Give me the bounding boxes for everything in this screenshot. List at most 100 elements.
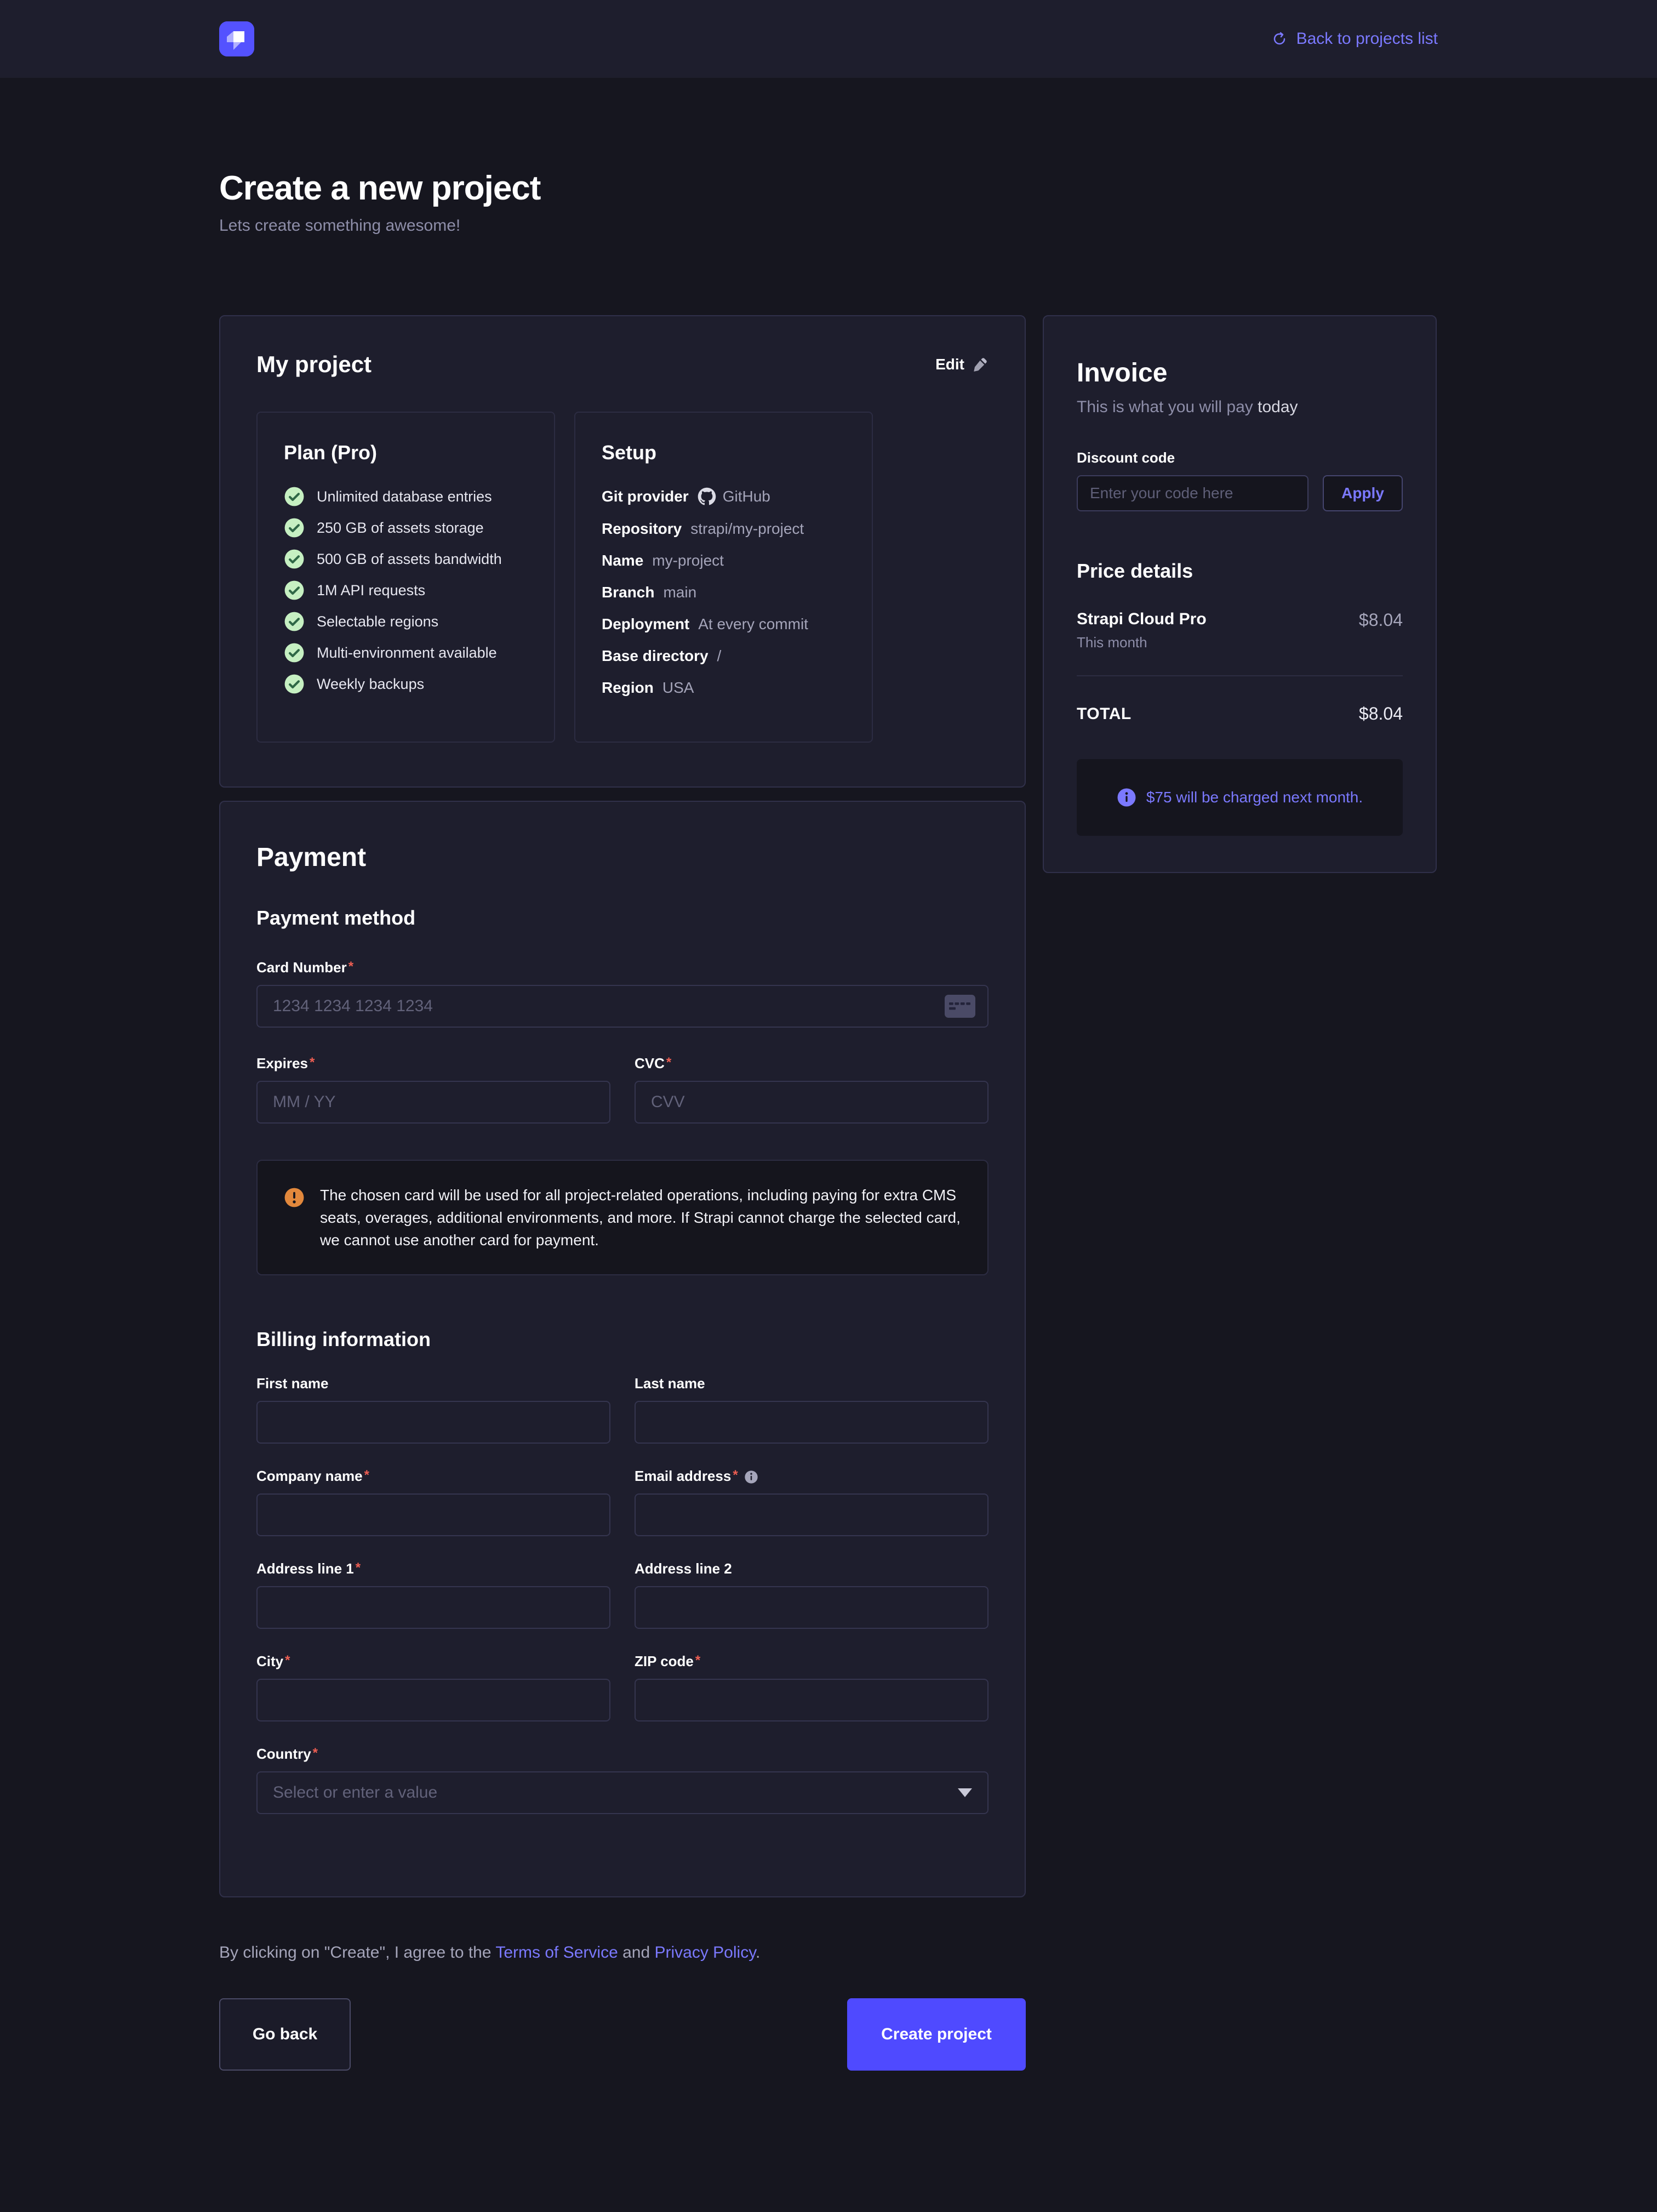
card-usage-notice: The chosen card will be used for all pro… xyxy=(256,1160,989,1275)
company-name-field: Company name* xyxy=(256,1468,610,1536)
check-circle-icon xyxy=(284,642,305,663)
strapi-logo[interactable] xyxy=(219,21,254,56)
first-name-label: First name xyxy=(256,1375,610,1392)
plan-feature: 1M API requests xyxy=(284,580,528,601)
plan-box: Plan (Pro) Unlimited database entries 25… xyxy=(256,412,555,743)
zip-code-field: ZIP code* xyxy=(635,1653,989,1721)
next-month-note: $75 will be charged next month. xyxy=(1077,759,1403,836)
city-input[interactable] xyxy=(256,1679,610,1721)
github-icon xyxy=(698,487,716,506)
invoice-divider xyxy=(1077,675,1403,676)
price-line-item: Strapi Cloud Pro This month $8.04 xyxy=(1077,610,1403,651)
company-name-label: Company name* xyxy=(256,1468,610,1485)
invoice-title: Invoice xyxy=(1077,358,1403,388)
last-name-label: Last name xyxy=(635,1375,989,1392)
check-circle-icon xyxy=(284,549,305,569)
cvc-field: CVC* xyxy=(635,1055,989,1124)
payment-method-title: Payment method xyxy=(256,907,989,930)
payment-title: Payment xyxy=(256,842,989,873)
price-item-period: This month xyxy=(1077,634,1207,651)
credit-card-icon xyxy=(945,995,975,1018)
plan-feature: 250 GB of assets storage xyxy=(284,517,528,538)
back-to-projects-link[interactable]: Back to projects list xyxy=(1271,30,1438,48)
address-line1-field: Address line 1* xyxy=(256,1560,610,1629)
email-label: Email address* xyxy=(635,1468,989,1485)
warning-icon xyxy=(284,1187,305,1208)
setup-title: Setup xyxy=(602,441,845,464)
setup-row-name: Name my-project xyxy=(602,552,845,569)
page-title: Create a new project xyxy=(219,169,1438,208)
plan-feature: Weekly backups xyxy=(284,674,528,694)
required-asterisk: * xyxy=(313,1746,318,1760)
back-arrow-icon xyxy=(1271,31,1288,47)
email-field: Email address* xyxy=(635,1468,989,1536)
price-item-amount: $8.04 xyxy=(1359,610,1403,630)
back-link-label: Back to projects list xyxy=(1296,30,1438,48)
apply-discount-button[interactable]: Apply xyxy=(1323,475,1403,511)
project-card-title: My project xyxy=(256,351,372,378)
expires-field: Expires* xyxy=(256,1055,610,1124)
chevron-down-icon xyxy=(958,1788,972,1797)
setup-list: Git provider GitHub Repository strapi/my… xyxy=(602,487,845,697)
country-select-placeholder: Select or enter a value xyxy=(273,1783,437,1802)
city-field: City* xyxy=(256,1653,610,1721)
strapi-logo-icon xyxy=(219,21,254,56)
country-field: Country* Select or enter a value xyxy=(256,1746,989,1814)
expires-label: Expires* xyxy=(256,1055,610,1072)
plan-feature-list: Unlimited database entries 250 GB of ass… xyxy=(284,486,528,694)
total-row: TOTAL $8.04 xyxy=(1077,704,1403,724)
plan-title: Plan (Pro) xyxy=(284,441,528,464)
zip-code-label: ZIP code* xyxy=(635,1653,989,1670)
footer-actions: Go back Create project xyxy=(219,1998,1026,2071)
required-asterisk: * xyxy=(695,1653,700,1668)
first-name-input[interactable] xyxy=(256,1401,610,1444)
plan-feature: 500 GB of assets bandwidth xyxy=(284,549,528,569)
address-line1-input[interactable] xyxy=(256,1586,610,1629)
first-name-field: First name xyxy=(256,1375,610,1444)
zip-code-input[interactable] xyxy=(635,1679,989,1721)
total-label: TOTAL xyxy=(1077,705,1132,723)
edit-project-button[interactable]: Edit xyxy=(935,356,989,373)
required-asterisk: * xyxy=(285,1653,290,1668)
setup-row-branch: Branch main xyxy=(602,584,845,601)
plan-feature: Unlimited database entries xyxy=(284,486,528,507)
note-text: $75 will be charged next month. xyxy=(1146,789,1363,806)
terms-agreement: By clicking on "Create", I agree to the … xyxy=(219,1943,1026,1962)
info-icon xyxy=(744,1469,759,1485)
card-number-label: Card Number* xyxy=(256,959,989,976)
page-subtitle: Lets create something awesome! xyxy=(219,216,1438,235)
setup-row-git-provider: Git provider GitHub xyxy=(602,487,845,506)
info-circle-icon xyxy=(1117,788,1136,807)
cvc-input[interactable] xyxy=(635,1081,989,1124)
cvc-label: CVC* xyxy=(635,1055,989,1072)
required-asterisk: * xyxy=(348,959,353,974)
go-back-button[interactable]: Go back xyxy=(219,1998,351,2071)
required-asterisk: * xyxy=(364,1468,369,1483)
create-project-button[interactable]: Create project xyxy=(847,1998,1026,2071)
check-circle-icon xyxy=(284,674,305,694)
required-asterisk: * xyxy=(666,1055,671,1070)
expires-input[interactable] xyxy=(256,1081,610,1124)
address-line2-input[interactable] xyxy=(635,1586,989,1629)
country-select[interactable]: Select or enter a value xyxy=(256,1771,989,1814)
city-label: City* xyxy=(256,1653,610,1670)
company-name-input[interactable] xyxy=(256,1493,610,1536)
terms-of-service-link[interactable]: Terms of Service xyxy=(495,1943,618,1962)
privacy-policy-link[interactable]: Privacy Policy xyxy=(654,1943,755,1962)
email-input[interactable] xyxy=(635,1493,989,1536)
price-details-title: Price details xyxy=(1077,560,1403,583)
invoice-card: Invoice This is what you will pay today … xyxy=(1043,315,1437,873)
discount-code-input[interactable] xyxy=(1077,475,1309,511)
check-circle-icon xyxy=(284,486,305,507)
notice-text: The chosen card will be used for all pro… xyxy=(320,1184,961,1251)
setup-box: Setup Git provider GitHub Repository xyxy=(574,412,873,743)
address-line1-label: Address line 1* xyxy=(256,1560,610,1577)
project-summary-card: My project Edit Plan (Pro) Unli xyxy=(219,315,1026,788)
price-item-name: Strapi Cloud Pro xyxy=(1077,610,1207,629)
pencil-icon xyxy=(972,356,989,373)
required-asterisk: * xyxy=(356,1560,361,1575)
card-number-input[interactable] xyxy=(256,985,989,1028)
plan-feature: Selectable regions xyxy=(284,611,528,632)
last-name-input[interactable] xyxy=(635,1401,989,1444)
plan-feature: Multi-environment available xyxy=(284,642,528,663)
